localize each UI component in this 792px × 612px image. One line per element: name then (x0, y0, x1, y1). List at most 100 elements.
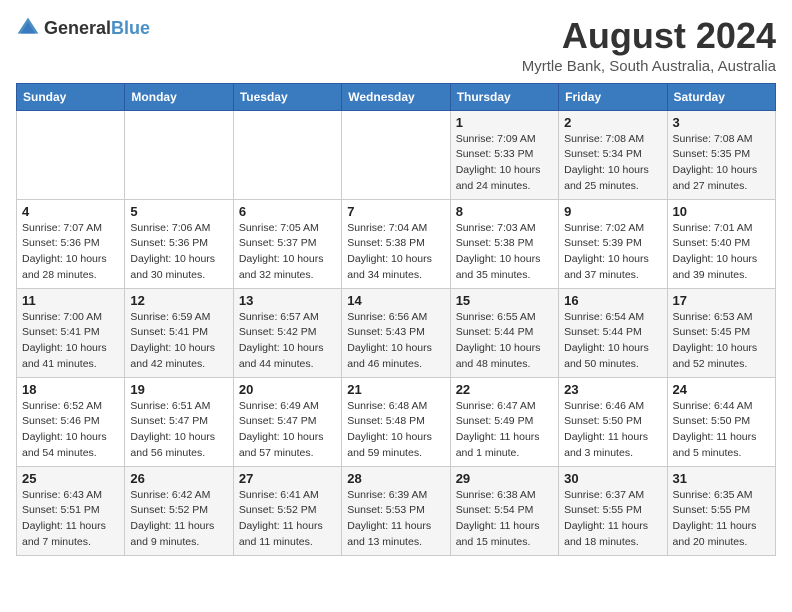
week-row-2: 11 Sunrise: 7:00 AMSunset: 5:41 PMDayligh… (17, 288, 776, 377)
day-info: Sunrise: 6:56 AMSunset: 5:43 PMDaylight:… (347, 310, 444, 373)
calendar-cell: 11 Sunrise: 7:00 AMSunset: 5:41 PMDayligh… (17, 288, 125, 377)
calendar-header-row: SundayMondayTuesdayWednesdayThursdayFrid… (17, 83, 776, 110)
calendar-cell: 19 Sunrise: 6:51 AMSunset: 5:47 PMDayligh… (125, 377, 233, 466)
logo-text-general: General (44, 18, 111, 38)
calendar-cell: 24 Sunrise: 6:44 AMSunset: 5:50 PMDayligh… (667, 377, 775, 466)
day-number: 11 (22, 293, 119, 308)
calendar-cell: 20Sunrise: 6:49 AMSunset: 5:47 PMDayligh… (233, 377, 341, 466)
header-monday: Monday (125, 83, 233, 110)
calendar-cell: 12Sunrise: 6:59 AMSunset: 5:41 PMDayligh… (125, 288, 233, 377)
calendar-cell: 17Sunrise: 6:53 AMSunset: 5:45 PMDayligh… (667, 288, 775, 377)
day-number: 31 (673, 471, 770, 486)
subtitle: Myrtle Bank, South Australia, Australia (522, 58, 776, 75)
logo-text-blue: Blue (111, 18, 150, 38)
day-info: Sunrise: 6:53 AMSunset: 5:45 PMDaylight:… (673, 310, 770, 373)
calendar-cell: 13Sunrise: 6:57 AMSunset: 5:42 PMDayligh… (233, 288, 341, 377)
day-info: Sunrise: 7:04 AMSunset: 5:38 PMDaylight:… (347, 221, 444, 284)
header-wednesday: Wednesday (342, 83, 450, 110)
calendar-cell: 3 Sunrise: 7:08 AMSunset: 5:35 PMDaylight… (667, 110, 775, 199)
day-info: Sunrise: 6:55 AMSunset: 5:44 PMDaylight:… (456, 310, 553, 373)
day-info: Sunrise: 6:42 AMSunset: 5:52 PMDaylight:… (130, 488, 227, 551)
calendar-cell: 29 Sunrise: 6:38 AMSunset: 5:54 PMDayligh… (450, 466, 558, 555)
day-number: 5 (130, 204, 227, 219)
week-row-1: 4 Sunrise: 7:07 AMSunset: 5:36 PMDaylight… (17, 199, 776, 288)
week-row-3: 18 Sunrise: 6:52 AMSunset: 5:46 PMDayligh… (17, 377, 776, 466)
calendar-cell (125, 110, 233, 199)
day-info: Sunrise: 6:39 AMSunset: 5:53 PMDaylight:… (347, 488, 444, 551)
day-number: 26 (130, 471, 227, 486)
header-saturday: Saturday (667, 83, 775, 110)
day-info: Sunrise: 6:46 AMSunset: 5:50 PMDaylight:… (564, 399, 661, 462)
header-thursday: Thursday (450, 83, 558, 110)
day-info: Sunrise: 6:38 AMSunset: 5:54 PMDaylight:… (456, 488, 553, 551)
calendar-cell: 18 Sunrise: 6:52 AMSunset: 5:46 PMDayligh… (17, 377, 125, 466)
calendar-cell: 6Sunrise: 7:05 AMSunset: 5:37 PMDaylight… (233, 199, 341, 288)
day-number: 15 (456, 293, 553, 308)
header-tuesday: Tuesday (233, 83, 341, 110)
calendar-cell: 26 Sunrise: 6:42 AMSunset: 5:52 PMDayligh… (125, 466, 233, 555)
day-number: 30 (564, 471, 661, 486)
day-number: 8 (456, 204, 553, 219)
calendar-cell: 30Sunrise: 6:37 AMSunset: 5:55 PMDayligh… (559, 466, 667, 555)
calendar-cell: 8 Sunrise: 7:03 AMSunset: 5:38 PMDaylight… (450, 199, 558, 288)
day-info: Sunrise: 7:06 AMSunset: 5:36 PMDaylight:… (130, 221, 227, 284)
day-info: Sunrise: 6:47 AMSunset: 5:49 PMDaylight:… (456, 399, 553, 462)
day-info: Sunrise: 7:08 AMSunset: 5:34 PMDaylight:… (564, 132, 661, 195)
day-info: Sunrise: 7:07 AMSunset: 5:36 PMDaylight:… (22, 221, 119, 284)
calendar-cell: 23 Sunrise: 6:46 AMSunset: 5:50 PMDayligh… (559, 377, 667, 466)
day-info: Sunrise: 6:49 AMSunset: 5:47 PMDaylight:… (239, 399, 336, 462)
calendar-cell: 21Sunrise: 6:48 AMSunset: 5:48 PMDayligh… (342, 377, 450, 466)
calendar-cell: 15 Sunrise: 6:55 AMSunset: 5:44 PMDayligh… (450, 288, 558, 377)
day-number: 13 (239, 293, 336, 308)
calendar-cell: 14 Sunrise: 6:56 AMSunset: 5:43 PMDayligh… (342, 288, 450, 377)
day-number: 29 (456, 471, 553, 486)
calendar-cell: 9Sunrise: 7:02 AMSunset: 5:39 PMDaylight… (559, 199, 667, 288)
day-info: Sunrise: 6:54 AMSunset: 5:44 PMDaylight:… (564, 310, 661, 373)
day-number: 22 (456, 382, 553, 397)
calendar-cell: 22 Sunrise: 6:47 AMSunset: 5:49 PMDayligh… (450, 377, 558, 466)
day-info: Sunrise: 6:59 AMSunset: 5:41 PMDaylight:… (130, 310, 227, 373)
day-number: 28 (347, 471, 444, 486)
calendar-cell: 7 Sunrise: 7:04 AMSunset: 5:38 PMDaylight… (342, 199, 450, 288)
day-number: 2 (564, 115, 661, 130)
day-number: 7 (347, 204, 444, 219)
calendar-cell: 25Sunrise: 6:43 AMSunset: 5:51 PMDayligh… (17, 466, 125, 555)
day-number: 3 (673, 115, 770, 130)
day-number: 19 (130, 382, 227, 397)
day-info: Sunrise: 6:48 AMSunset: 5:48 PMDaylight:… (347, 399, 444, 462)
calendar-cell: 27Sunrise: 6:41 AMSunset: 5:52 PMDayligh… (233, 466, 341, 555)
calendar-cell (342, 110, 450, 199)
calendar-cell: 31 Sunrise: 6:35 AMSunset: 5:55 PMDayligh… (667, 466, 775, 555)
day-number: 14 (347, 293, 444, 308)
day-number: 24 (673, 382, 770, 397)
day-info: Sunrise: 7:03 AMSunset: 5:38 PMDaylight:… (456, 221, 553, 284)
day-info: Sunrise: 6:41 AMSunset: 5:52 PMDaylight:… (239, 488, 336, 551)
calendar-cell: 16 Sunrise: 6:54 AMSunset: 5:44 PMDayligh… (559, 288, 667, 377)
day-info: Sunrise: 7:08 AMSunset: 5:35 PMDaylight:… (673, 132, 770, 195)
day-info: Sunrise: 7:00 AMSunset: 5:41 PMDaylight:… (22, 310, 119, 373)
day-info: Sunrise: 6:44 AMSunset: 5:50 PMDaylight:… (673, 399, 770, 462)
day-info: Sunrise: 7:05 AMSunset: 5:37 PMDaylight:… (239, 221, 336, 284)
week-row-4: 25Sunrise: 6:43 AMSunset: 5:51 PMDayligh… (17, 466, 776, 555)
calendar-cell: 28 Sunrise: 6:39 AMSunset: 5:53 PMDayligh… (342, 466, 450, 555)
day-number: 16 (564, 293, 661, 308)
day-info: Sunrise: 6:52 AMSunset: 5:46 PMDaylight:… (22, 399, 119, 462)
logo-icon (16, 16, 40, 40)
day-info: Sunrise: 7:02 AMSunset: 5:39 PMDaylight:… (564, 221, 661, 284)
day-info: Sunrise: 6:35 AMSunset: 5:55 PMDaylight:… (673, 488, 770, 551)
calendar-cell (233, 110, 341, 199)
calendar-cell: 4 Sunrise: 7:07 AMSunset: 5:36 PMDaylight… (17, 199, 125, 288)
day-number: 10 (673, 204, 770, 219)
week-row-0: 1Sunrise: 7:09 AMSunset: 5:33 PMDaylight… (17, 110, 776, 199)
calendar-cell: 2 Sunrise: 7:08 AMSunset: 5:34 PMDaylight… (559, 110, 667, 199)
day-number: 23 (564, 382, 661, 397)
calendar-table: SundayMondayTuesdayWednesdayThursdayFrid… (16, 83, 776, 556)
day-number: 4 (22, 204, 119, 219)
day-info: Sunrise: 6:43 AMSunset: 5:51 PMDaylight:… (22, 488, 119, 551)
day-number: 18 (22, 382, 119, 397)
calendar-cell: 5 Sunrise: 7:06 AMSunset: 5:36 PMDaylight… (125, 199, 233, 288)
day-info: Sunrise: 7:01 AMSunset: 5:40 PMDaylight:… (673, 221, 770, 284)
calendar-cell: 10 Sunrise: 7:01 AMSunset: 5:40 PMDayligh… (667, 199, 775, 288)
day-number: 1 (456, 115, 553, 130)
day-info: Sunrise: 6:51 AMSunset: 5:47 PMDaylight:… (130, 399, 227, 462)
